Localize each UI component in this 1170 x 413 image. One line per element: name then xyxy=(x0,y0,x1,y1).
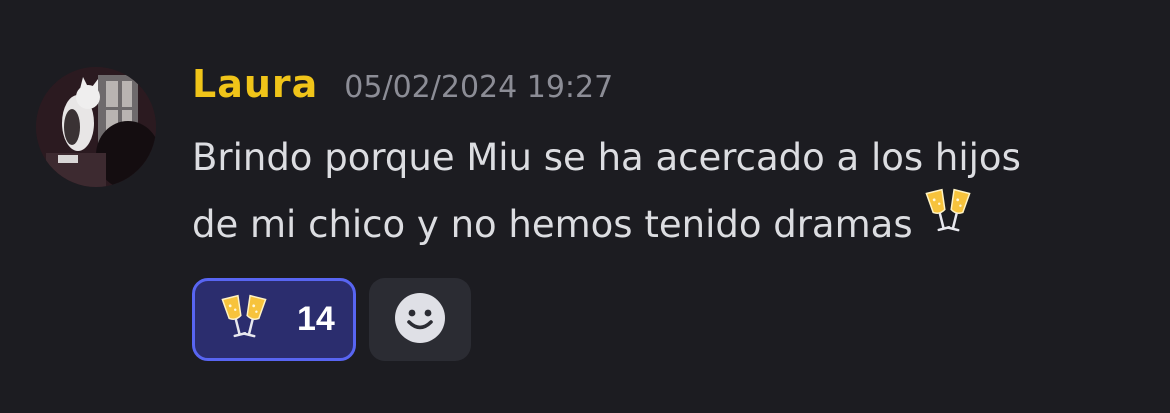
message-timestamp: 05/02/2024 19:27 xyxy=(344,70,614,105)
message-line: Brindo porque Miu se ha acercado a los h… xyxy=(192,136,1021,179)
add-reaction-button[interactable] xyxy=(369,278,471,361)
message-line: de mi chico y no hemos tenido dramas xyxy=(192,203,913,246)
reaction-count: 14 xyxy=(297,300,335,338)
reaction-button[interactable]: 14 xyxy=(192,278,356,361)
clinking-glasses-icon xyxy=(221,293,267,347)
avatar[interactable] xyxy=(36,67,156,187)
author-name[interactable]: Laura xyxy=(192,62,318,106)
reactions-bar: 14 xyxy=(192,278,471,361)
smiley-icon xyxy=(394,292,446,348)
chat-message: Laura 05/02/2024 19:27 Brindo porque Miu… xyxy=(0,0,1170,413)
clinking-glasses-icon xyxy=(925,187,971,258)
message-header: Laura 05/02/2024 19:27 xyxy=(192,62,613,118)
message-line-with-emoji: de mi chico y no hemos tenido dramas xyxy=(192,188,1132,258)
avatar-photo xyxy=(36,67,156,187)
message-content: Brindo porque Miu se ha acercado a los h… xyxy=(192,124,1132,258)
